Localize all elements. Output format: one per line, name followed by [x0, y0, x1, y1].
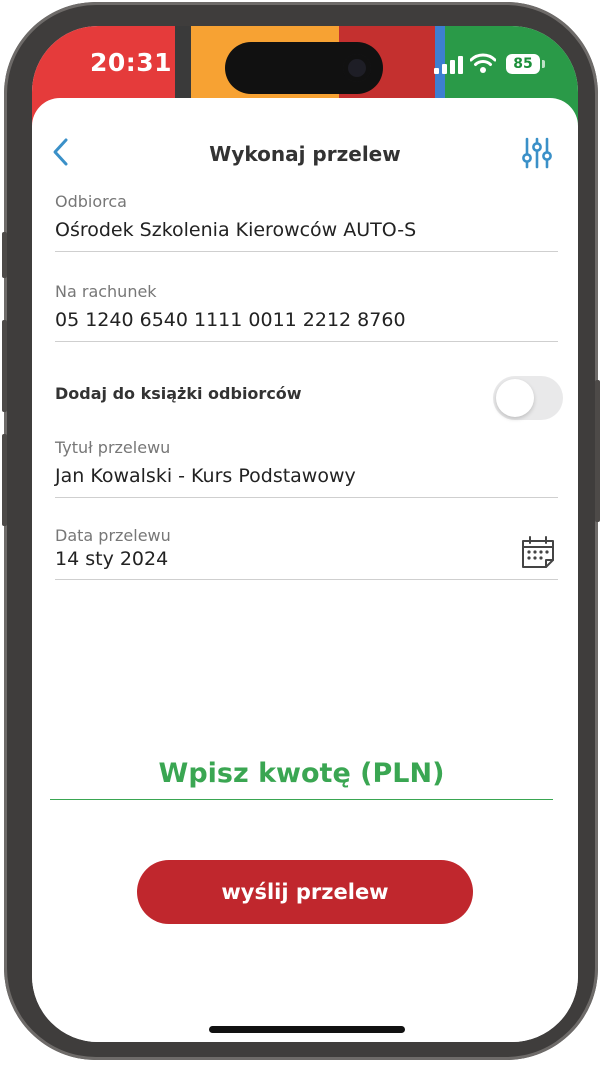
transfer-title-field[interactable]: Tytuł przelewu Jan Kowalski - Kurs Podst… [55, 438, 558, 498]
dynamic-island [225, 42, 383, 94]
recipient-field[interactable]: Odbiorca Ośrodek Szkolenia Kierowców AUT… [55, 192, 558, 252]
wifi-icon [470, 53, 496, 73]
account-field[interactable]: Na rachunek 05 1240 6540 1111 0011 2212 … [55, 282, 558, 342]
mute-switch [2, 232, 7, 278]
add-to-book-toggle[interactable] [493, 376, 563, 420]
power-button [595, 380, 600, 522]
send-transfer-button[interactable]: wyślij przelew [137, 860, 473, 924]
status-time: 20:31 [90, 48, 173, 77]
toggle-knob [496, 379, 534, 417]
amount-input[interactable]: Wpisz kwotę (PLN) [50, 758, 553, 800]
camera-icon [343, 54, 371, 82]
transfer-title-value: Jan Kowalski - Kurs Podstawowy [55, 465, 356, 487]
volume-up-button [2, 320, 7, 412]
add-to-book-label: Dodaj do książki odbiorców [55, 384, 302, 403]
transfer-sheet: Wykonaj przelew Odbiorca Ośrodek Szkolen… [32, 98, 578, 1042]
recipient-value: Ośrodek Szkolenia Kierowców AUTO-S [55, 219, 417, 241]
account-value: 05 1240 6540 1111 0011 2212 8760 [55, 309, 406, 331]
screen: 20:31 85 Wykonaj przelew Odbiorca Ośrode… [32, 26, 578, 1042]
phone-frame: 20:31 85 Wykonaj przelew Odbiorca Ośrode… [2, 2, 600, 1060]
home-indicator [209, 1026, 405, 1033]
transfer-date-label: Data przelewu [55, 526, 171, 545]
transfer-date-field[interactable]: Data przelewu 14 sty 2024 [55, 526, 558, 580]
transfer-title-label: Tytuł przelewu [55, 438, 171, 457]
battery-icon: 85 [506, 54, 540, 74]
cellular-signal-icon [434, 56, 463, 74]
sliders-icon[interactable] [522, 136, 552, 170]
recipient-label: Odbiorca [55, 192, 127, 211]
transfer-date-value: 14 sty 2024 [55, 548, 169, 570]
account-label: Na rachunek [55, 282, 157, 301]
add-to-book-row: Dodaj do książki odbiorców [55, 376, 563, 420]
page-title: Wykonaj przelew [209, 142, 401, 166]
battery-tip [542, 60, 545, 68]
volume-down-button [2, 434, 7, 526]
calendar-icon[interactable] [520, 534, 556, 570]
